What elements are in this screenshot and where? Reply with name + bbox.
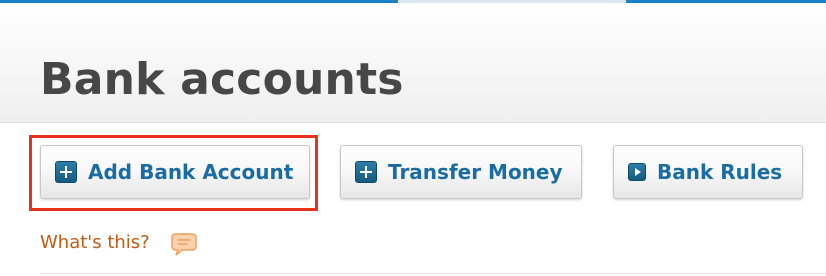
page-header: Bank accounts — [0, 3, 826, 123]
speech-bubble-icon[interactable] — [170, 230, 198, 258]
add-bank-account-label: Add Bank Account — [88, 160, 294, 184]
bank-rules-label: Bank Rules — [657, 160, 783, 184]
whats-this-link[interactable]: What's this? — [40, 232, 150, 253]
transfer-money-label: Transfer Money — [388, 160, 563, 184]
divider — [40, 273, 826, 274]
bank-rules-button[interactable]: Bank Rules — [613, 145, 803, 199]
plus-icon — [355, 161, 377, 183]
add-bank-account-button[interactable]: Add Bank Account — [40, 145, 310, 199]
play-icon — [628, 163, 646, 181]
page-title: Bank accounts — [40, 54, 404, 105]
plus-icon — [55, 161, 77, 183]
transfer-money-button[interactable]: Transfer Money — [340, 145, 582, 199]
